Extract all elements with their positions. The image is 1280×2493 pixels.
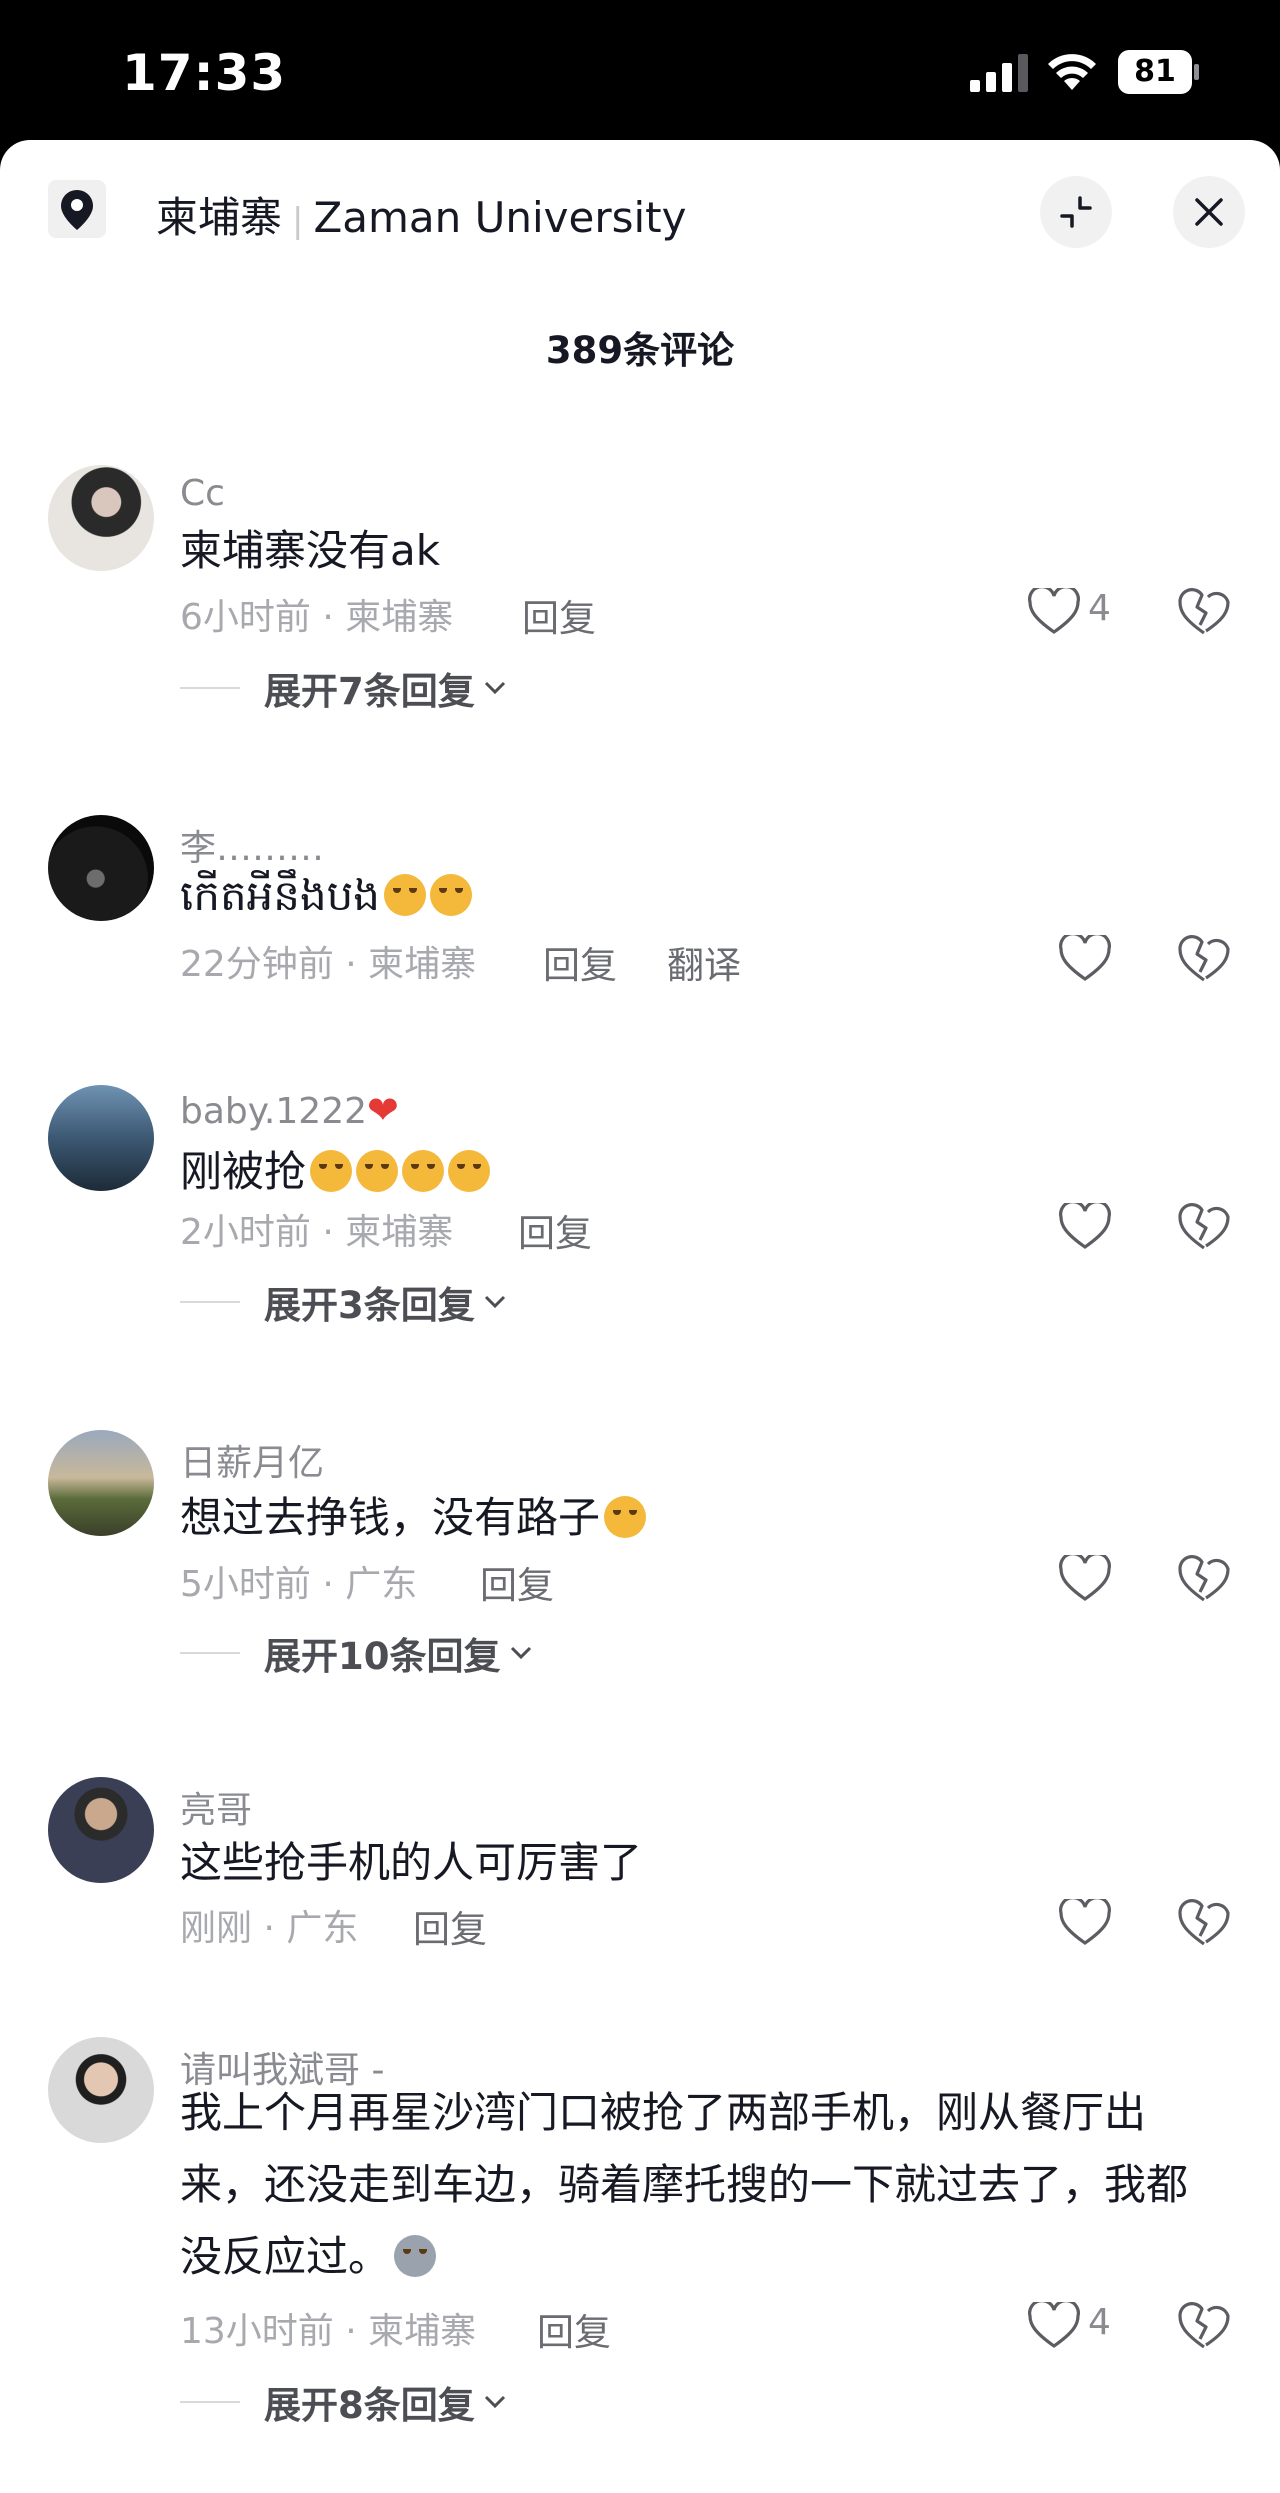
divider-line — [180, 2401, 240, 2403]
comment-item: 亮哥 这些抢手机的人可厉害了 刚刚 · 广东 回复 — [0, 1777, 1280, 1977]
comment-count: 389条评论 — [545, 329, 735, 372]
reply-button[interactable]: 回复 — [413, 1899, 487, 1953]
comment-item: 李……… កើតអីនឹងបង 22分钟前 · 柬埔寨 回复 翻译 — [0, 815, 1280, 1015]
expand-replies-label: 展开3条回复 — [264, 1284, 475, 1327]
broken-heart-icon[interactable] — [1178, 1202, 1230, 1252]
chevron-down-icon — [484, 681, 505, 695]
comment-meta: 6小时前 · 柬埔寨 — [180, 597, 454, 638]
expand-replies-label: 展开8条回复 — [264, 2384, 475, 2427]
comment-meta: 5小时前 · 广东 — [180, 1564, 418, 1605]
close-button[interactable] — [1173, 176, 1245, 248]
close-icon — [1195, 198, 1223, 226]
comment-text: 我上个月再星沙湾门口被抢了两部手机，刚从餐厅出来，还没走到车边，骑着摩托搜的一下… — [180, 2077, 1220, 2293]
expand-replies-button[interactable]: 展开7条回复 — [180, 661, 507, 715]
comment-item: Cc 柬埔寨没有ak 6小时前 · 柬埔寨 回复 4 展开7条回复 — [0, 465, 1280, 745]
comment-text: កើតអីនឹងបង — [180, 869, 472, 931]
broken-heart-icon[interactable] — [1178, 1554, 1230, 1604]
heart-icon[interactable] — [1059, 935, 1111, 983]
comment-author[interactable]: 亮哥 — [180, 1781, 252, 1833]
crying-face-emoji — [448, 1150, 491, 1192]
comment-text: 柬埔寨没有ak — [180, 526, 441, 575]
comment-item: 日薪月亿 想过去挣钱，没有路子 5小时前 · 广东 回复 展开10条回复 — [0, 1430, 1280, 1700]
reply-button[interactable]: 回复 — [480, 1555, 554, 1609]
heart-icon[interactable] — [1059, 1555, 1111, 1603]
heart-icon[interactable] — [1059, 1203, 1111, 1251]
crying-face-emoji — [356, 1150, 399, 1192]
comment-item: baby.1222❤ 刚被抢 2小时前 · 柬埔寨 回复 展开3条回复 — [0, 1085, 1280, 1355]
comment-meta: 2小时前 · 柬埔寨 — [180, 1212, 454, 1253]
heart-icon[interactable] — [1059, 1899, 1111, 1947]
heart-icon[interactable] — [1028, 588, 1080, 636]
divider-line — [180, 1301, 240, 1303]
comment-author[interactable]: 日薪月亿 — [180, 1434, 324, 1486]
expand-replies-button[interactable]: 展开3条回复 — [180, 1275, 507, 1329]
reply-button[interactable]: 回复 — [522, 588, 596, 642]
broken-heart-icon[interactable] — [1178, 1898, 1230, 1948]
wifi-icon — [1048, 54, 1096, 90]
avatar[interactable] — [48, 1777, 154, 1883]
comment-text-content: 刚被抢 — [180, 1147, 307, 1196]
location-primary: 柬埔寨 — [156, 193, 283, 242]
location-secondary: Zaman University — [313, 193, 687, 242]
comment-text: 想过去挣钱，没有路子 — [180, 1484, 647, 1545]
avatar[interactable] — [48, 1085, 154, 1191]
reply-button[interactable]: 回复 — [518, 1203, 592, 1257]
pleading-face-emoji — [429, 874, 472, 916]
comment-author-name: baby.1222 — [180, 1091, 367, 1132]
pleading-face-emoji — [383, 874, 426, 916]
minimize-icon — [1060, 196, 1092, 228]
comment-item: 请叫我斌哥 - 我上个月再星沙湾门口被抢了两部手机，刚从餐厅出来，还没走到车边，… — [0, 2037, 1280, 2477]
avatar[interactable] — [48, 815, 154, 921]
comment-author[interactable]: 李……… — [180, 819, 324, 871]
broken-heart-icon[interactable] — [1178, 587, 1230, 637]
like-count: 4 — [1088, 588, 1111, 629]
crying-face-emoji — [604, 1496, 647, 1538]
comment-author[interactable]: Cc — [180, 473, 225, 514]
sheet-header: 柬埔寨 | Zaman University — [0, 140, 1280, 290]
divider-line — [180, 687, 240, 689]
avatar[interactable] — [48, 2037, 154, 2143]
minimize-button[interactable] — [1040, 176, 1112, 248]
comment-text-content: 想过去挣钱，没有路子 — [180, 1493, 601, 1542]
location-separator: | — [292, 201, 304, 241]
reply-button[interactable]: 回复 — [543, 935, 617, 989]
broken-heart-icon[interactable] — [1178, 2301, 1230, 2351]
divider-line — [180, 1652, 240, 1654]
location-label[interactable]: 柬埔寨 | Zaman University — [156, 184, 686, 245]
battery-level: 81 — [1134, 54, 1176, 89]
crying-face-emoji — [402, 1150, 445, 1192]
heart-icon[interactable] — [1028, 2302, 1080, 2350]
status-time: 17:33 — [122, 44, 287, 102]
comments-sheet: 柬埔寨 | Zaman University 389条评论 Cc 柬埔寨没有ak 6… — [0, 140, 1280, 2493]
cellular-signal-icon — [970, 54, 1028, 92]
expand-replies-button[interactable]: 展开8条回复 — [180, 2375, 507, 2429]
husky-emoji — [394, 2235, 437, 2277]
chevron-down-icon — [484, 1295, 505, 1309]
chevron-down-icon — [510, 1646, 531, 1660]
translate-button[interactable]: 翻译 — [667, 935, 741, 989]
battery-indicator: 81 — [1118, 50, 1200, 94]
red-heart-emoji: ❤ — [367, 1088, 399, 1132]
expand-replies-label: 展开7条回复 — [264, 670, 475, 713]
expand-replies-label: 展开10条回复 — [264, 1635, 501, 1678]
comment-meta: 22分钟前 · 柬埔寨 — [180, 944, 477, 985]
comment-text: 刚被抢 — [180, 1138, 491, 1199]
comment-text-content: 我上个月再星沙湾门口被抢了两部手机，刚从餐厅出来，还没走到车边，骑着摩托搜的一下… — [180, 2088, 1189, 2281]
comment-text: 这些抢手机的人可厉害了 — [180, 1838, 643, 1887]
avatar[interactable] — [48, 465, 154, 571]
chevron-down-icon — [484, 2395, 505, 2409]
broken-heart-icon[interactable] — [1178, 934, 1230, 984]
reply-button[interactable]: 回复 — [537, 2302, 611, 2356]
like-count: 4 — [1088, 2302, 1111, 2343]
avatar[interactable] — [48, 1430, 154, 1536]
crying-face-emoji — [310, 1150, 353, 1192]
comment-author[interactable]: baby.1222❤ — [180, 1088, 399, 1132]
status-bar: 17:33 81 — [0, 0, 1280, 140]
location-pin-icon — [48, 180, 106, 238]
comment-text-content: កើតអីនឹងបង — [180, 871, 380, 920]
expand-replies-button[interactable]: 展开10条回复 — [180, 1626, 533, 1680]
comment-meta: 刚刚 · 广东 — [180, 1908, 359, 1949]
comment-meta: 13小时前 · 柬埔寨 — [180, 2311, 477, 2352]
